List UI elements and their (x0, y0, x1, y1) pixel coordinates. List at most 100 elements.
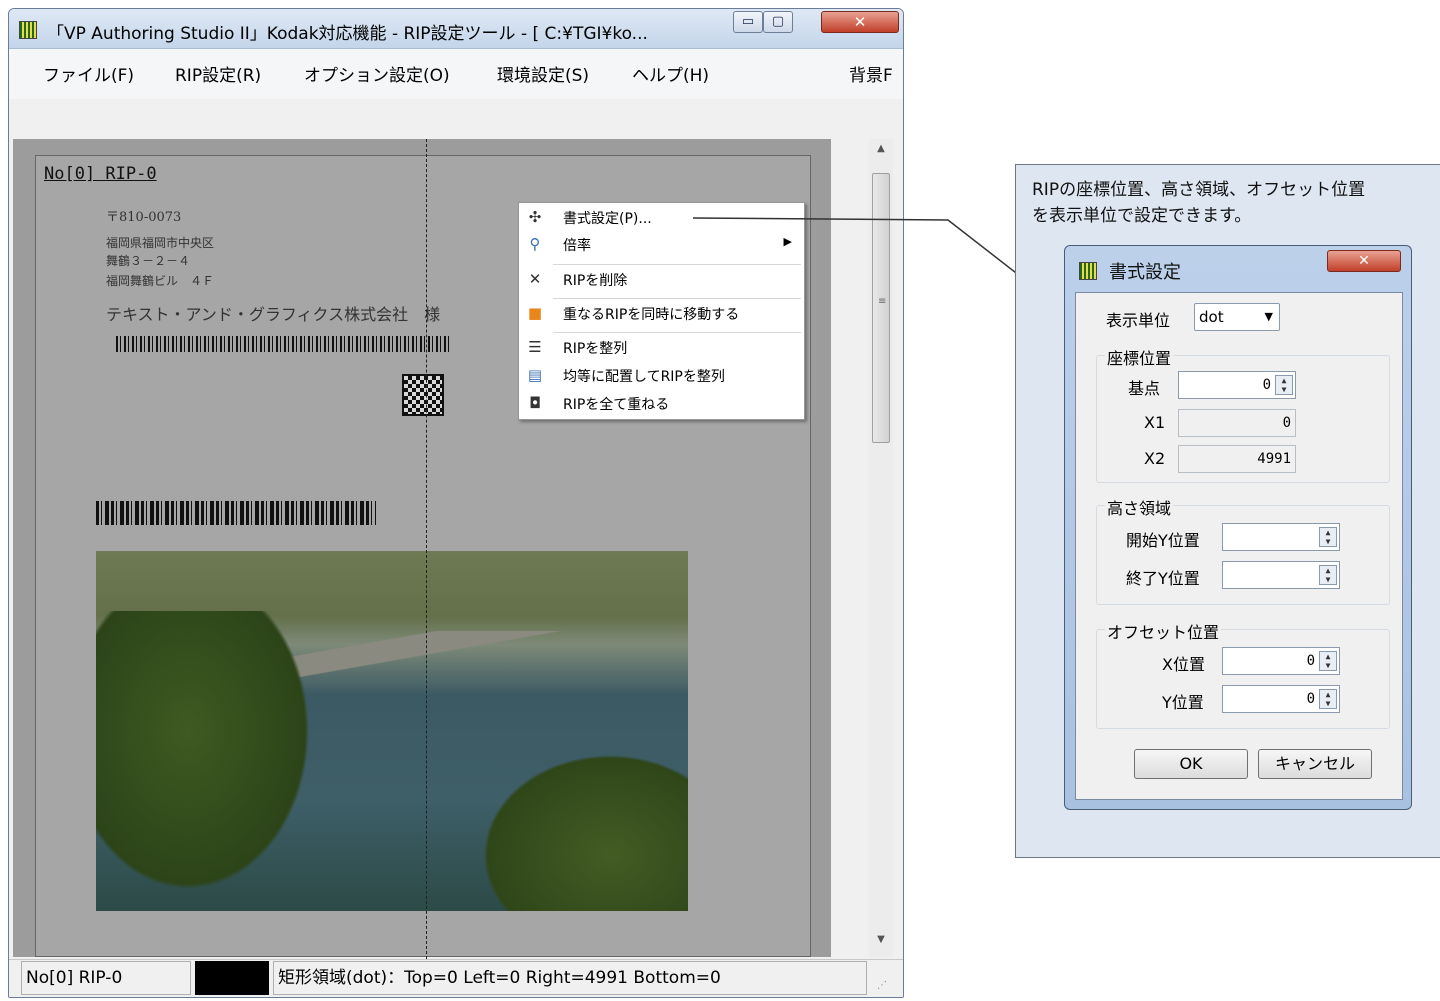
menu-environment-settings[interactable]: 環境設定(S) (497, 61, 589, 86)
menu-item-format-settings[interactable]: ✣ 書式設定(P)... (519, 204, 804, 231)
app-icon (19, 21, 37, 39)
base-value: 0 (1262, 377, 1271, 393)
menu-item-label: 重なるRIPを同時に移動する (563, 307, 740, 323)
scroll-down-icon[interactable]: ▼ (869, 934, 893, 952)
menu-bar (9, 49, 903, 99)
height-group: 高さ領域 (1096, 495, 1390, 605)
base-input[interactable]: 0 ▲ ▼ (1178, 371, 1296, 399)
ok-button[interactable]: OK (1134, 749, 1248, 779)
app-icon (1079, 262, 1097, 280)
minimize-icon: ▭ (741, 14, 755, 29)
menu-item-stack-all[interactable]: ◘ RIPを全て重ねる (519, 390, 804, 417)
scroll-up-icon[interactable]: ▲ (869, 143, 893, 161)
rip-guide-line[interactable] (426, 139, 427, 959)
window-title: 「VP Authoring Studio II」Kodak対応機能 - RIP設… (47, 24, 648, 44)
rip-label[interactable]: No[0] RIP-0 (44, 164, 157, 184)
callout-text-line-1: RIPの座標位置、高さ領域、オフセット位置 (1032, 180, 1366, 200)
end-y-input[interactable]: ▲ ▼ (1222, 561, 1340, 589)
start-y-input[interactable]: ▲ ▼ (1222, 523, 1340, 551)
barcode (96, 501, 376, 525)
coordinate-group-title: 座標位置 (1105, 345, 1174, 369)
photo-image (96, 551, 688, 911)
spinner-icon[interactable]: ▲ ▼ (1319, 651, 1337, 671)
menu-separator (553, 298, 801, 299)
dialog-title: 書式設定 (1109, 262, 1181, 283)
x-pos-value: 0 (1306, 653, 1315, 669)
vertical-scrollbar[interactable]: ▲ ≡ ▼ (869, 139, 893, 957)
menu-separator (553, 264, 801, 265)
unit-label: 表示単位 (1106, 311, 1171, 330)
unit-select-value: dot (1199, 308, 1224, 326)
menu-item-label: 倍率 (563, 238, 591, 254)
magnifier-icon: ⚲ (529, 235, 541, 253)
menu-rip-settings[interactable]: RIP設定(R) (175, 61, 261, 86)
menu-item-label: 均等に配置してRIPを整列 (563, 369, 725, 385)
address-company: テキスト・アンド・グラフィクス株式会社 様 (106, 305, 441, 324)
maximize-button[interactable]: ▢ (763, 11, 793, 33)
x1-label: X1 (1144, 413, 1166, 432)
qr-code (402, 374, 444, 416)
menu-item-label: RIPを削除 (563, 273, 628, 289)
move-cross-icon: ✣ (528, 208, 542, 226)
menu-help[interactable]: ヘルプ(H) (632, 61, 709, 86)
status-bar: No[0] RIP-0 矩形領域(dot)：Top=0 Left=0 Right… (9, 959, 903, 997)
menu-item-align-rip[interactable]: ☰ RIPを整列 (519, 334, 804, 361)
address-line-2: 舞鶴３－２－４ (106, 254, 191, 268)
minimize-button[interactable]: ▭ (733, 11, 763, 33)
unit-select[interactable]: dot ▼ (1194, 303, 1280, 331)
close-icon: ✕ (528, 270, 542, 288)
main-window: 「VP Authoring Studio II」Kodak対応機能 - RIP設… (8, 8, 904, 998)
resize-grip-icon[interactable]: ⋰ (877, 980, 887, 991)
spinner-icon[interactable]: ▲ ▼ (1319, 689, 1337, 709)
menu-item-label: RIPを整列 (563, 341, 628, 357)
scroll-thumb[interactable]: ≡ (872, 173, 890, 443)
dialog-body: 表示単位 dot ▼ 座標位置 基点 0 ▲ ▼ X1 0 X2 4991 高さ領… (1075, 292, 1403, 800)
menu-item-zoom[interactable]: ⚲ 倍率 ▶ (519, 231, 804, 258)
callout-text-line-2: を表示単位で設定できます。 (1032, 206, 1252, 226)
y-pos-label: Y位置 (1162, 693, 1204, 712)
cancel-button[interactable]: キャンセル (1258, 749, 1372, 779)
spinner-icon[interactable]: ▲ ▼ (1319, 527, 1337, 547)
height-group-title: 高さ領域 (1105, 495, 1174, 519)
postal-barcode (116, 336, 452, 352)
spinner-icon[interactable]: ▲ ▼ (1275, 375, 1293, 395)
menu-item-label: RIPを全て重ねる (563, 397, 670, 413)
x2-field: 4991 (1178, 445, 1296, 473)
format-settings-dialog: 書式設定 ✕ 表示単位 dot ▼ 座標位置 基点 0 ▲ ▼ X1 0 X2 4… (1064, 245, 1412, 810)
y-pos-value: 0 (1306, 691, 1315, 707)
status-color-swatch (195, 961, 269, 995)
menu-option-settings[interactable]: オプション設定(O) (304, 61, 450, 86)
status-rip-name: No[0] RIP-0 (21, 961, 191, 995)
menu-item-distribute-rip[interactable]: ▤ 均等に配置してRIPを整列 (519, 362, 804, 389)
y-pos-input[interactable]: 0 ▲ ▼ (1222, 685, 1340, 713)
x2-label: X2 (1144, 449, 1166, 468)
base-label: 基点 (1128, 379, 1161, 398)
x-pos-label: X位置 (1162, 655, 1205, 674)
menu-separator (553, 332, 801, 333)
menu-item-label: 書式設定(P)... (563, 211, 652, 227)
distribute-icon: ▤ (527, 366, 543, 384)
x1-field: 0 (1178, 409, 1296, 437)
chevron-down-icon: ▼ (1264, 310, 1273, 323)
maximize-icon: ▢ (771, 14, 785, 29)
offset-group: オフセット位置 (1096, 619, 1390, 729)
align-lines-icon: ☰ (528, 338, 542, 356)
address-line-3: 福岡舞鶴ビル ４Ｆ (106, 274, 215, 288)
x-pos-input[interactable]: 0 ▲ ▼ (1222, 647, 1340, 675)
menu-item-delete-rip[interactable]: ✕ RIPを削除 (519, 266, 804, 293)
menu-file[interactable]: ファイル(F) (43, 61, 134, 86)
grip-icon: ≡ (878, 296, 887, 307)
close-icon: ✕ (853, 13, 867, 31)
photo-trees-right (466, 741, 688, 911)
title-bar[interactable]: 「VP Authoring Studio II」Kodak対応機能 - RIP設… (9, 9, 903, 49)
spinner-icon[interactable]: ▲ ▼ (1319, 565, 1337, 585)
end-y-label: 終了Y位置 (1126, 569, 1200, 588)
address-line-1: 福岡県福岡市中央区 (106, 236, 215, 250)
stack-icon: ◘ (529, 394, 541, 412)
dialog-close-button[interactable]: ✕ (1327, 250, 1401, 272)
menu-item-move-overlapping[interactable]: ■ 重なるRIPを同時に移動する (519, 300, 804, 327)
menu-background[interactable]: 背景F (849, 61, 893, 86)
close-button[interactable]: ✕ (821, 11, 899, 33)
submenu-arrow-icon: ▶ (783, 235, 792, 248)
address-zip: 〒810-0073 (106, 210, 182, 225)
